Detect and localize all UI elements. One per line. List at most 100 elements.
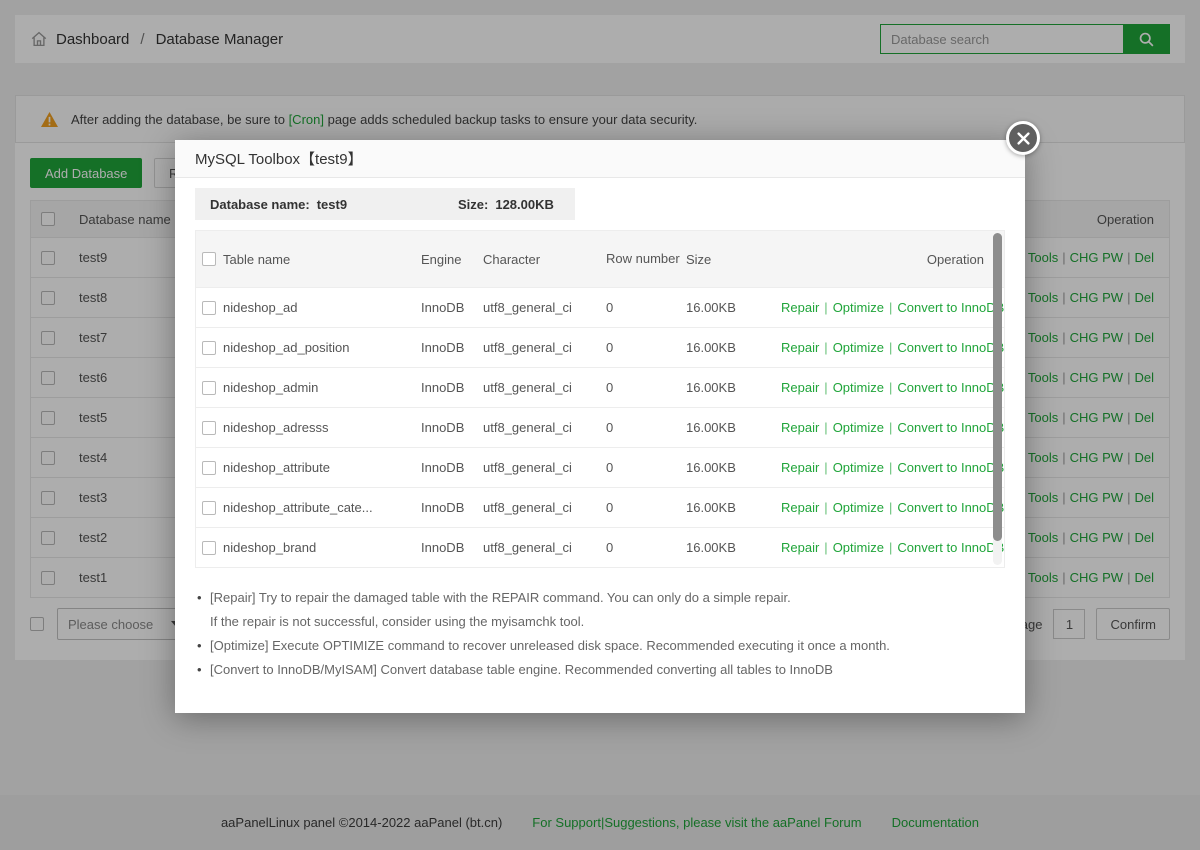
row-number-header: Row number <box>606 251 686 267</box>
table-name: nideshop_ad_position <box>223 340 421 355</box>
row-operations: Repair|Optimize|Convert to InnoDB <box>781 500 1024 515</box>
table-engine: InnoDB <box>421 460 483 475</box>
table-engine: InnoDB <box>421 540 483 555</box>
optimize-link[interactable]: Optimize <box>833 500 884 515</box>
table-name: nideshop_adresss <box>223 420 421 435</box>
table-size: 16.00KB <box>686 540 781 555</box>
convert-to-innodb-link[interactable]: Convert to InnoDB <box>897 340 1004 355</box>
table-engine: InnoDB <box>421 420 483 435</box>
close-button[interactable] <box>1006 121 1040 155</box>
row-checkbox[interactable] <box>202 421 216 435</box>
row-operations: Repair|Optimize|Convert to InnoDB <box>781 300 1024 315</box>
note-repair-continued: If the repair is not successful, conside… <box>197 610 1005 634</box>
row-operations: Repair|Optimize|Convert to InnoDB <box>781 540 1024 555</box>
table-engine: InnoDB <box>421 500 483 515</box>
table-name: nideshop_attribute_cate... <box>223 500 421 515</box>
table-charset: utf8_general_ci <box>483 380 606 395</box>
table-row: nideshop_adresss InnoDB utf8_general_ci … <box>196 407 1004 447</box>
table-row: nideshop_ad InnoDB utf8_general_ci 0 16.… <box>196 287 1004 327</box>
row-checkbox[interactable] <box>202 381 216 395</box>
operation-header: Operation <box>781 252 1004 267</box>
repair-link[interactable]: Repair <box>781 460 819 475</box>
table-row: nideshop_admin InnoDB utf8_general_ci 0 … <box>196 367 1004 407</box>
table-row: nideshop_attribute_cate... InnoDB utf8_g… <box>196 487 1004 527</box>
table-charset: utf8_general_ci <box>483 500 606 515</box>
table-row: nideshop_ad_position InnoDB utf8_general… <box>196 327 1004 367</box>
note-convert: [Convert to InnoDB/MyISAM] Convert datab… <box>197 658 1005 682</box>
table-charset: utf8_general_ci <box>483 460 606 475</box>
character-header: Character <box>483 252 606 267</box>
table-row: nideshop_attribute InnoDB utf8_general_c… <box>196 447 1004 487</box>
repair-link[interactable]: Repair <box>781 300 819 315</box>
table-size: 16.00KB <box>686 460 781 475</box>
table-row-count: 0 <box>606 420 686 435</box>
row-checkbox[interactable] <box>202 301 216 315</box>
tables-list: Table name Engine Character Row number S… <box>195 230 1005 568</box>
db-size-label: Size: <box>458 197 488 212</box>
row-checkbox[interactable] <box>202 501 216 515</box>
convert-to-innodb-link[interactable]: Convert to InnoDB <box>897 500 1004 515</box>
mysql-toolbox-modal: MySQL Toolbox【test9】 Database name: test9… <box>175 140 1025 713</box>
repair-link[interactable]: Repair <box>781 500 819 515</box>
optimize-link[interactable]: Optimize <box>833 380 884 395</box>
db-name-label: Database name: <box>210 197 310 212</box>
row-operations: Repair|Optimize|Convert to InnoDB <box>781 460 1024 475</box>
db-size-value: 128.00KB <box>495 197 554 212</box>
table-name: nideshop_admin <box>223 380 421 395</box>
table-name: nideshop_attribute <box>223 460 421 475</box>
table-row: nideshop_brand InnoDB utf8_general_ci 0 … <box>196 527 1004 567</box>
optimize-link[interactable]: Optimize <box>833 460 884 475</box>
row-operations: Repair|Optimize|Convert to InnoDB <box>781 340 1024 355</box>
scrollbar-thumb[interactable] <box>993 233 1002 541</box>
optimize-link[interactable]: Optimize <box>833 340 884 355</box>
convert-to-innodb-link[interactable]: Convert to InnoDB <box>897 300 1004 315</box>
table-size: 16.00KB <box>686 380 781 395</box>
optimize-link[interactable]: Optimize <box>833 300 884 315</box>
row-operations: Repair|Optimize|Convert to InnoDB <box>781 420 1024 435</box>
database-info-bar: Database name: test9 Size: 128.00KB <box>195 188 575 220</box>
repair-link[interactable]: Repair <box>781 380 819 395</box>
table-engine: InnoDB <box>421 300 483 315</box>
table-row-count: 0 <box>606 500 686 515</box>
table-charset: utf8_general_ci <box>483 340 606 355</box>
table-scrollbar <box>993 233 1002 565</box>
table-row-count: 0 <box>606 300 686 315</box>
table-name: nideshop_brand <box>223 540 421 555</box>
repair-link[interactable]: Repair <box>781 540 819 555</box>
table-engine: InnoDB <box>421 340 483 355</box>
row-operations: Repair|Optimize|Convert to InnoDB <box>781 380 1024 395</box>
table-charset: utf8_general_ci <box>483 300 606 315</box>
size-header: Size <box>686 252 781 267</box>
table-charset: utf8_general_ci <box>483 540 606 555</box>
close-icon <box>1017 132 1030 145</box>
table-size: 16.00KB <box>686 300 781 315</box>
table-row-count: 0 <box>606 540 686 555</box>
optimize-link[interactable]: Optimize <box>833 420 884 435</box>
engine-header: Engine <box>421 252 483 267</box>
table-row-count: 0 <box>606 380 686 395</box>
note-repair: [Repair] Try to repair the damaged table… <box>197 586 1005 610</box>
table-charset: utf8_general_ci <box>483 420 606 435</box>
select-all-tables-checkbox[interactable] <box>202 252 216 266</box>
repair-link[interactable]: Repair <box>781 340 819 355</box>
row-checkbox[interactable] <box>202 541 216 555</box>
table-name: nideshop_ad <box>223 300 421 315</box>
convert-to-innodb-link[interactable]: Convert to InnoDB <box>897 420 1004 435</box>
table-row-count: 0 <box>606 340 686 355</box>
tables-list-header: Table name Engine Character Row number S… <box>196 231 1004 287</box>
table-engine: InnoDB <box>421 380 483 395</box>
row-checkbox[interactable] <box>202 341 216 355</box>
convert-to-innodb-link[interactable]: Convert to InnoDB <box>897 540 1004 555</box>
table-size: 16.00KB <box>686 420 781 435</box>
convert-to-innodb-link[interactable]: Convert to InnoDB <box>897 380 1004 395</box>
convert-to-innodb-link[interactable]: Convert to InnoDB <box>897 460 1004 475</box>
table-row-count: 0 <box>606 460 686 475</box>
modal-title: MySQL Toolbox【test9】 <box>175 140 1025 178</box>
row-checkbox[interactable] <box>202 461 216 475</box>
table-size: 16.00KB <box>686 500 781 515</box>
tables-list-body: nideshop_ad InnoDB utf8_general_ci 0 16.… <box>196 287 1004 567</box>
optimize-link[interactable]: Optimize <box>833 540 884 555</box>
repair-link[interactable]: Repair <box>781 420 819 435</box>
db-name-value: test9 <box>317 197 347 212</box>
table-size: 16.00KB <box>686 340 781 355</box>
